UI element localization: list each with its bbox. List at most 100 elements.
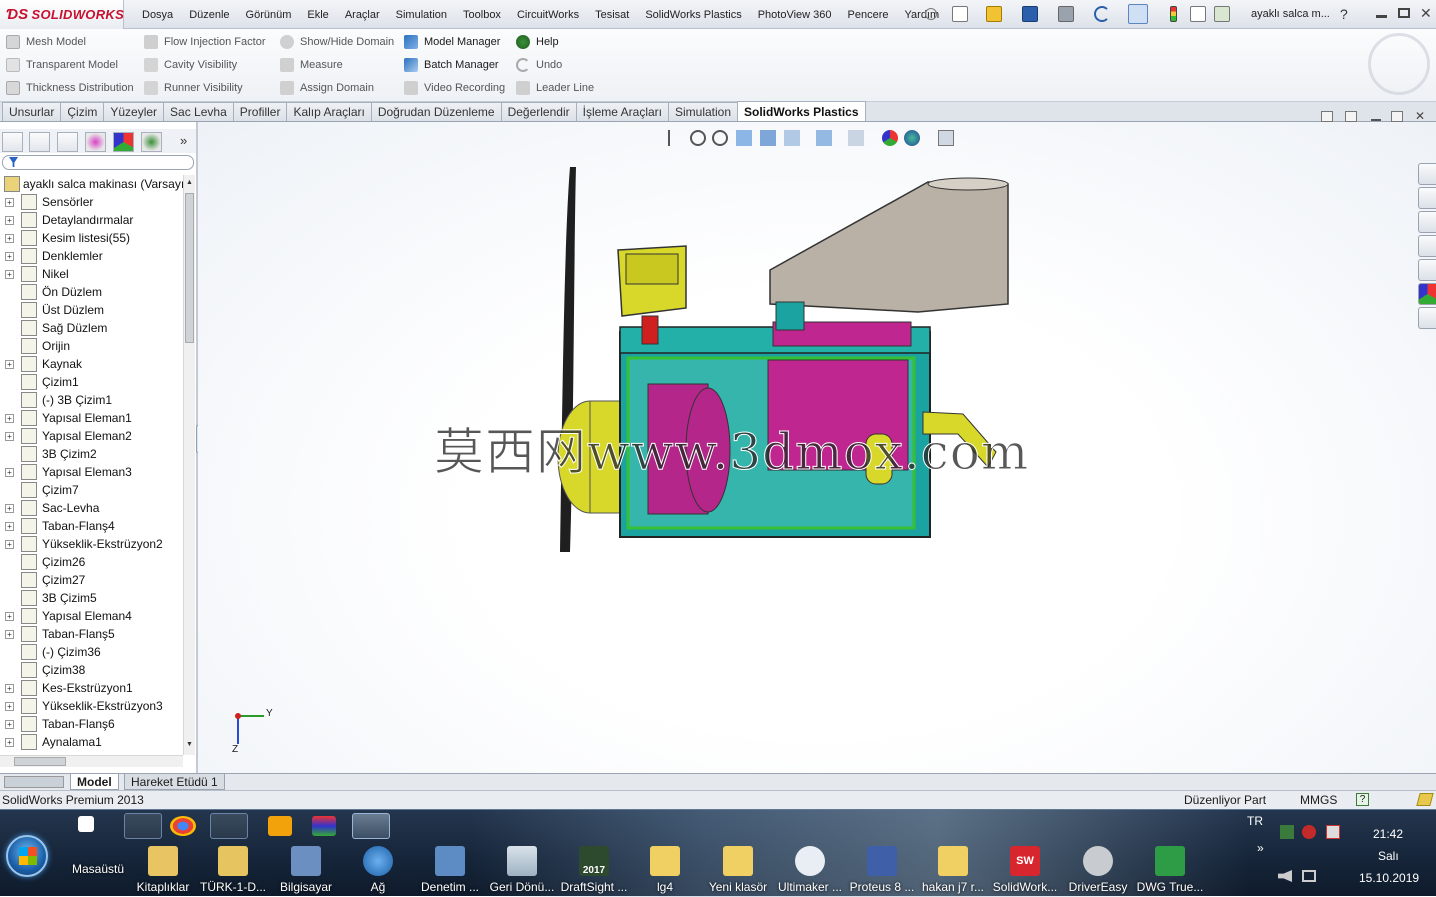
tab-simulation[interactable]: Simulation bbox=[667, 102, 739, 121]
transparent-model-button[interactable]: Transparent Model bbox=[6, 56, 118, 74]
expand-toggle-icon[interactable]: + bbox=[5, 522, 14, 531]
menu-simulation[interactable]: Simulation bbox=[388, 9, 455, 21]
tree-item[interactable]: + Taban-Flanş4 bbox=[0, 517, 183, 535]
assign-domain-button[interactable]: Assign Domain bbox=[280, 79, 374, 97]
status-help-icon[interactable]: ? bbox=[1356, 793, 1369, 806]
scroll-up-arrow-icon[interactable]: ▲ bbox=[186, 179, 193, 186]
taskbar-hakan[interactable]: hakan j7 r... bbox=[918, 846, 988, 894]
tree-horizontal-scrollbar[interactable] bbox=[0, 755, 183, 767]
tree-item[interactable]: (-) 3B Çizim1 bbox=[0, 391, 183, 409]
status-units[interactable]: MMGS bbox=[1300, 793, 1337, 807]
app-tray-icon[interactable] bbox=[312, 816, 336, 836]
tab-cizim[interactable]: Çizim bbox=[60, 102, 105, 121]
tree-item[interactable]: 3B Çizim2 bbox=[0, 445, 183, 463]
tree-item[interactable]: + Kaynak bbox=[0, 355, 183, 373]
tab-unsurlar[interactable]: Unsurlar bbox=[2, 102, 62, 121]
minimize-app-icon[interactable] bbox=[1376, 15, 1387, 18]
display-style-icon[interactable] bbox=[816, 130, 832, 146]
design-library-icon[interactable] bbox=[1418, 187, 1436, 209]
tree-item[interactable]: + Taban-Flanş6 bbox=[0, 715, 183, 733]
expand-toggle-icon[interactable]: + bbox=[5, 252, 14, 261]
tree-item[interactable]: + Sac-Levha bbox=[0, 499, 183, 517]
tray-security-icon[interactable] bbox=[1302, 825, 1316, 839]
tree-item[interactable]: + Yapısal Eleman3 bbox=[0, 463, 183, 481]
taskbar-dwg-trueview[interactable]: DWG True... bbox=[1135, 846, 1205, 894]
scroll-down-arrow-icon[interactable]: ▼ bbox=[186, 741, 193, 748]
expand-toggle-icon[interactable]: + bbox=[5, 720, 14, 729]
desktop-label[interactable]: Masaüstü bbox=[72, 862, 124, 876]
tab-yuzeyler[interactable]: Yüzeyler bbox=[103, 102, 165, 121]
taskbar-drivereasy[interactable]: DriverEasy bbox=[1063, 846, 1133, 894]
property-manager-tab-icon[interactable] bbox=[29, 132, 50, 152]
menu-photoview[interactable]: PhotoView 360 bbox=[750, 9, 840, 21]
restore-app-icon[interactable] bbox=[1398, 8, 1410, 18]
menu-dosya[interactable]: Dosya bbox=[134, 9, 181, 21]
taskbar-lg4[interactable]: lg4 bbox=[630, 846, 700, 894]
tree-item[interactable]: + Kes-Ekstrüzyon1 bbox=[0, 679, 183, 697]
tree-filter-input[interactable] bbox=[2, 155, 194, 170]
tree-item[interactable]: Çizim7 bbox=[0, 481, 183, 499]
tree-item[interactable]: + Yapısal Eleman2 bbox=[0, 427, 183, 445]
expand-toggle-icon[interactable]: + bbox=[5, 738, 14, 747]
zoom-to-fit-icon[interactable] bbox=[668, 130, 684, 146]
help-question-icon[interactable]: ? bbox=[1340, 6, 1348, 22]
section-view-icon[interactable] bbox=[736, 130, 752, 146]
expand-toggle-icon[interactable]: + bbox=[5, 360, 14, 369]
runner-visibility-button[interactable]: Runner Visibility bbox=[144, 79, 243, 97]
tree-item[interactable]: Çizim38 bbox=[0, 661, 183, 679]
tray-network-icon[interactable] bbox=[1280, 825, 1294, 839]
tab-isleme-araclari[interactable]: İşleme Araçları bbox=[575, 102, 669, 121]
tree-item[interactable]: 3B Çizim5 bbox=[0, 589, 183, 607]
menu-tesisat[interactable]: Tesisat bbox=[587, 9, 637, 21]
feature-tree-tab-icon[interactable] bbox=[2, 132, 23, 152]
expand-toggle-icon[interactable]: + bbox=[5, 684, 14, 693]
tab-sac-levha[interactable]: Sac Levha bbox=[163, 102, 234, 121]
file-explorer-icon[interactable] bbox=[1418, 211, 1436, 233]
undo-button[interactable]: Undo bbox=[516, 56, 562, 74]
expand-toggle-icon[interactable]: + bbox=[5, 270, 14, 279]
language-indicator[interactable]: TR bbox=[1247, 814, 1263, 828]
menu-ekle[interactable]: Ekle bbox=[299, 9, 336, 21]
expand-toggle-icon[interactable]: + bbox=[5, 432, 14, 441]
taskbar-denetim[interactable]: Denetim ... bbox=[415, 846, 485, 894]
explorer-quicklaunch-icon[interactable] bbox=[124, 813, 162, 839]
edit-appearance-icon[interactable] bbox=[882, 130, 898, 146]
expand-toggle-icon[interactable]: + bbox=[5, 630, 14, 639]
solidworks-logo[interactable]: ƊS SOLIDWORKS bbox=[0, 0, 124, 29]
close-app-icon[interactable]: ✕ bbox=[1420, 5, 1432, 22]
status-tag-icon[interactable] bbox=[1416, 793, 1434, 806]
tree-item[interactable]: + Yükseklik-Ekstrüzyon2 bbox=[0, 535, 183, 553]
expand-toggle-icon[interactable]: + bbox=[5, 198, 14, 207]
tree-item[interactable]: + Kesim listesi(55) bbox=[0, 229, 183, 247]
save-icon[interactable] bbox=[1022, 6, 1038, 22]
taskbar-proteus[interactable]: Proteus 8 ... bbox=[847, 846, 917, 894]
leader-line-button[interactable]: Leader Line bbox=[516, 79, 594, 97]
previous-view-icon[interactable] bbox=[712, 130, 728, 146]
tray-flag-icon[interactable] bbox=[1326, 825, 1340, 839]
appearances-scenes-icon[interactable] bbox=[1418, 283, 1436, 305]
taskbar-yeni-klasor[interactable]: Yeni klasör bbox=[703, 846, 773, 894]
tree-item[interactable]: Çizim1 bbox=[0, 373, 183, 391]
cavity-visibility-button[interactable]: Cavity Visibility bbox=[144, 56, 237, 74]
tile-horizontal-icon[interactable] bbox=[1321, 111, 1333, 122]
tree-root-part[interactable]: ayaklı salca makinası (Varsayı bbox=[0, 175, 183, 193]
tray-volume-icon[interactable] bbox=[1278, 870, 1292, 882]
tray-display-icon[interactable] bbox=[1302, 870, 1316, 882]
help-button[interactable]: Help bbox=[516, 33, 559, 51]
menu-solidworks-plastics[interactable]: SolidWorks Plastics bbox=[637, 9, 749, 21]
close-doc-icon[interactable]: ✕ bbox=[1415, 109, 1425, 123]
dimxpert-tab-icon[interactable] bbox=[85, 132, 106, 152]
chrome-icon[interactable] bbox=[170, 816, 196, 836]
tree-item[interactable]: + Taban-Flanş5 bbox=[0, 625, 183, 643]
new-document-icon[interactable] bbox=[952, 6, 968, 22]
open-folder-icon[interactable] bbox=[986, 6, 1002, 22]
tab-nav-arrows[interactable] bbox=[4, 776, 64, 788]
tree-item[interactable]: (-) Çizim36 bbox=[0, 643, 183, 661]
tree-item[interactable]: + Aynalama1 bbox=[0, 733, 183, 751]
menu-pencere[interactable]: Pencere bbox=[840, 9, 897, 21]
solidworks-taskbar-icon[interactable] bbox=[352, 813, 390, 839]
show-document-icon[interactable] bbox=[78, 816, 94, 832]
appearance-tab-icon[interactable] bbox=[113, 132, 134, 152]
hscroll-thumb[interactable] bbox=[14, 757, 66, 766]
tree-item[interactable]: + Detaylandırmalar bbox=[0, 211, 183, 229]
